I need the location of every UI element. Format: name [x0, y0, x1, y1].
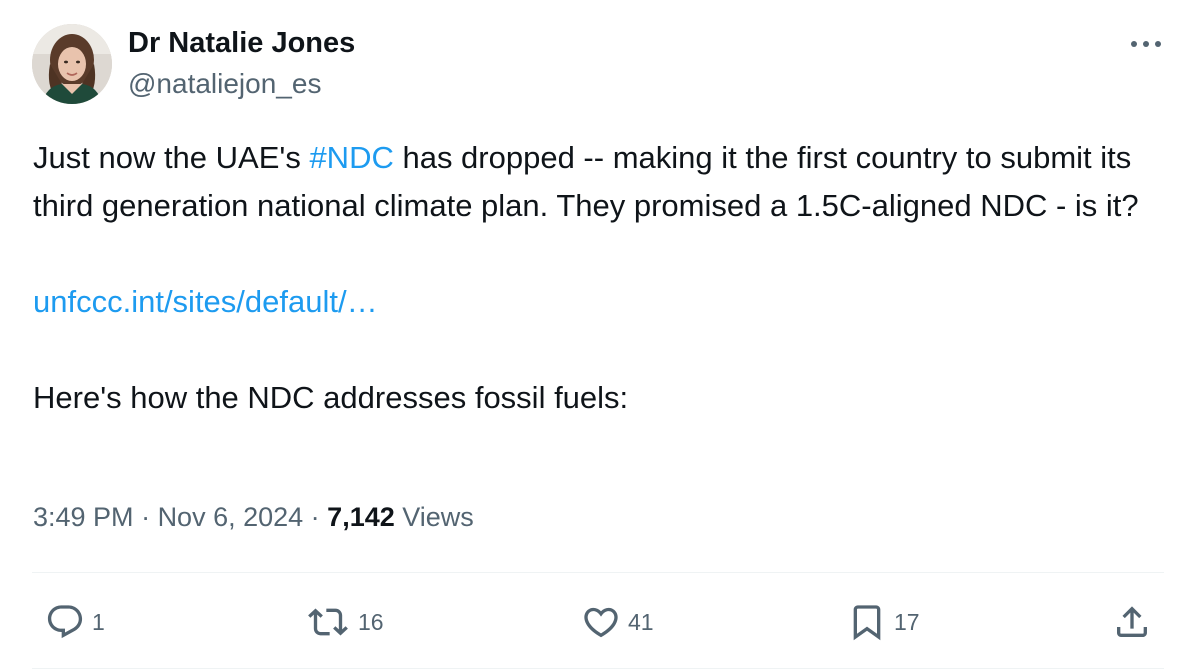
bookmark-icon — [853, 605, 881, 641]
tweet-paragraph-2: unfccc.int/sites/default/… — [33, 278, 1163, 326]
tweet: Dr Natalie Jones @nataliejon_es Just now… — [0, 0, 1196, 670]
reply-count: 1 — [92, 608, 105, 635]
divider — [32, 572, 1164, 573]
tweet-paragraph-1: Just now the UAE's #NDC has dropped -- m… — [33, 134, 1163, 230]
reply-button[interactable]: 1 — [44, 600, 105, 644]
more-horizontal-icon — [1131, 41, 1161, 47]
more-options-button[interactable] — [1124, 28, 1168, 60]
avatar-image — [32, 24, 112, 104]
hashtag-link[interactable]: #NDC — [309, 140, 393, 175]
meta-separator: · — [303, 502, 328, 532]
display-name[interactable]: Dr Natalie Jones — [128, 27, 355, 60]
avatar[interactable] — [32, 24, 112, 104]
tweet-text-part1: Just now the UAE's — [33, 140, 310, 175]
tweet-text: Just now the UAE's #NDC has dropped -- m… — [33, 134, 1163, 422]
bookmark-button[interactable]: 17 — [846, 600, 920, 644]
retweet-count: 16 — [358, 608, 384, 635]
timestamp-date[interactable]: Nov 6, 2024 — [158, 502, 304, 532]
external-link[interactable]: unfccc.int/sites/default/… — [33, 284, 378, 319]
retweet-icon — [308, 608, 348, 636]
tweet-meta: 3:49 PM · Nov 6, 2024 · 7,142 Views — [33, 502, 474, 533]
heart-icon — [584, 607, 618, 638]
bookmark-count: 17 — [894, 608, 920, 635]
reply-icon — [47, 605, 83, 639]
timestamp-time[interactable]: 3:49 PM — [33, 502, 134, 532]
handle[interactable]: @nataliejon_es — [128, 68, 321, 100]
tweet-paragraph-3: Here's how the NDC addresses fossil fuel… — [33, 380, 629, 415]
share-button[interactable] — [1112, 600, 1152, 644]
views-label: Views — [394, 502, 474, 532]
divider — [32, 668, 1164, 669]
retweet-button[interactable]: 16 — [304, 600, 384, 644]
like-count: 41 — [628, 608, 654, 635]
meta-separator: · — [133, 502, 158, 532]
views-count: 7,142 — [327, 502, 395, 532]
like-button[interactable]: 41 — [580, 600, 654, 644]
share-icon — [1117, 606, 1147, 637]
